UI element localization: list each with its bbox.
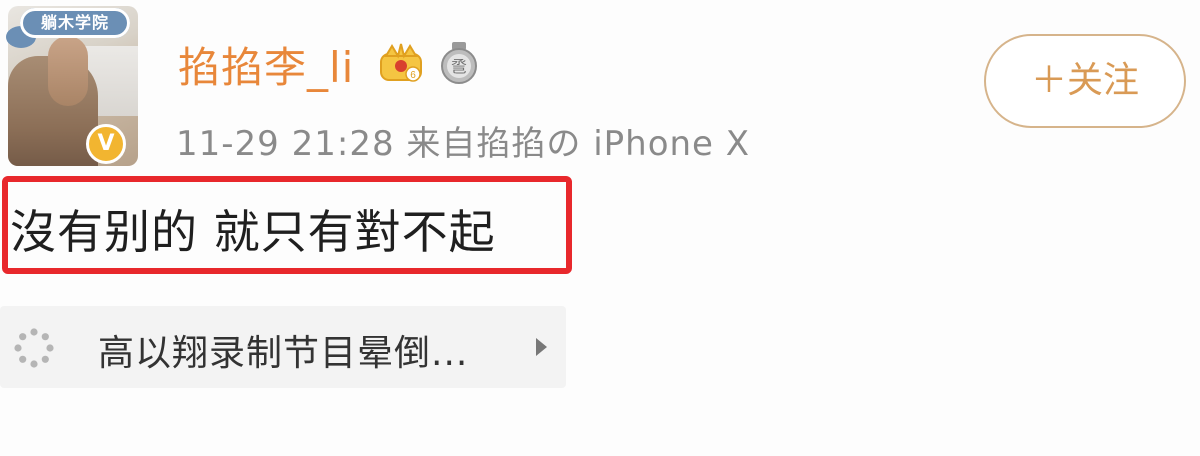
topic-title: 高以翔录制节目晕倒... bbox=[98, 333, 469, 374]
crown-level-text: 6 bbox=[410, 70, 416, 81]
crown-vip-icon[interactable]: 6 bbox=[378, 40, 424, 86]
follow-button[interactable]: ＋关注 bbox=[984, 34, 1186, 128]
avatar-sticker: 躺木学院 bbox=[20, 8, 130, 38]
username[interactable]: 掐掐李_li bbox=[178, 34, 354, 95]
verified-badge-icon: V bbox=[86, 124, 126, 164]
post-meta: 11-29 21:28 来自掐掐の iPhone X bbox=[176, 124, 751, 164]
avatar-photo-hand bbox=[48, 36, 88, 106]
medal-badge-icon[interactable]: 巹 bbox=[436, 40, 482, 86]
weibo-post: 躺木学院 V 掐掐李_li 6 巹 11-29 21:28 来自掐掐の iPho… bbox=[0, 0, 1200, 456]
topic-link-card[interactable]: 高以翔录制节目晕倒... bbox=[0, 306, 566, 388]
loading-spinner-icon bbox=[14, 328, 54, 368]
red-highlight-box bbox=[2, 176, 572, 274]
chevron-right-icon bbox=[536, 338, 547, 356]
medal-glyph-text: 巹 bbox=[451, 57, 467, 76]
